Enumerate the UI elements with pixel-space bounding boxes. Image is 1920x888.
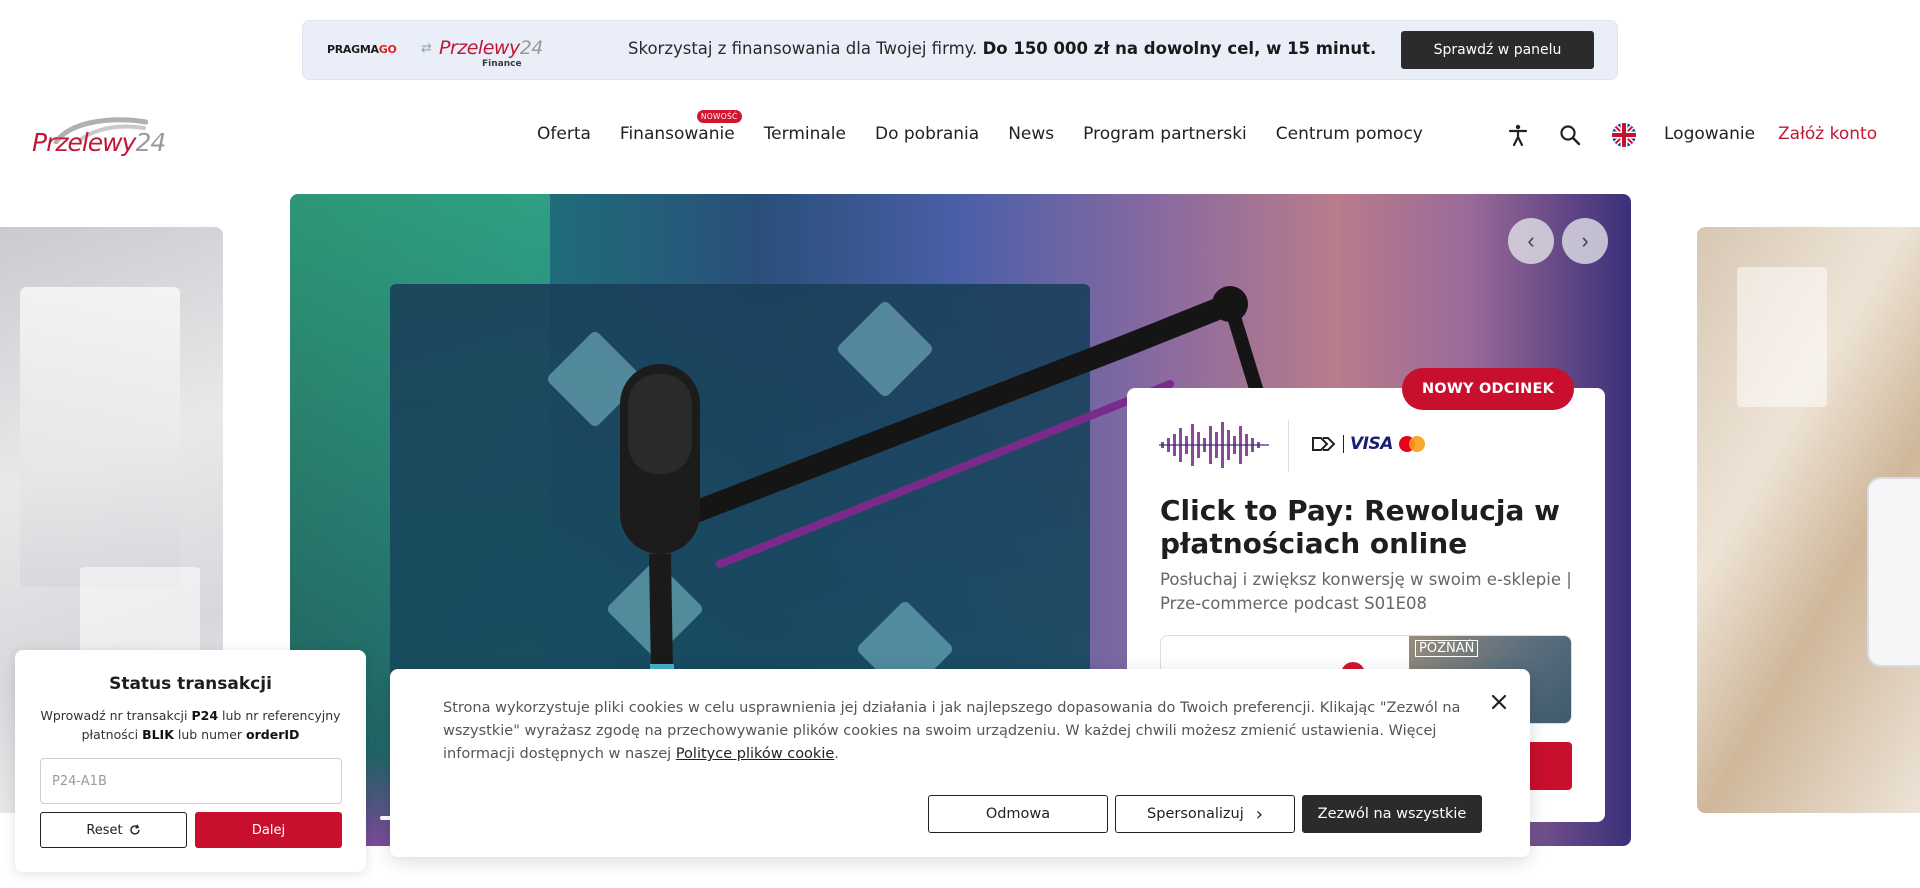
reset-label: Reset [86, 822, 123, 838]
cookie-text: Strona wykorzystuje pliki cookies w celu… [443, 697, 1478, 766]
deny-cookies-button[interactable]: Odmowa [928, 795, 1108, 833]
promo-banner: PRAGMAGO ⇄ Przelewy24 Finance Skorzystaj… [302, 20, 1618, 80]
slide-image-part [20, 287, 180, 587]
p24-mini-logo: Przelewy24 [439, 37, 543, 59]
swap-icon: ⇄ [421, 41, 432, 56]
desc-bold: orderID [246, 727, 300, 742]
visa-logo: VISA [1350, 434, 1393, 454]
close-icon[interactable] [1488, 691, 1510, 713]
card-divider [1288, 420, 1289, 472]
desc-part: Wprowadź nr transakcji [40, 708, 192, 723]
new-episode-badge: NOWY ODCINEK [1402, 368, 1574, 410]
thumbnail-label: POZNAŃ [1415, 640, 1479, 657]
next-slide-preview[interactable] [1697, 227, 1920, 813]
przelewy24-logo[interactable]: Przelewy24 [32, 116, 166, 160]
pragmago-logo-accent: GO [378, 43, 397, 56]
nav-centrum-pomocy[interactable]: Centrum pomocy [1276, 124, 1423, 144]
desc-part: lub numer [173, 727, 247, 742]
finance-label: Finance [482, 59, 522, 69]
register-link[interactable]: Załóż konto [1778, 124, 1877, 144]
desc-bold: BLIK [142, 727, 174, 742]
new-badge: NOWOŚĆ [696, 110, 742, 123]
chevron-left-icon: ‹ [1527, 228, 1535, 253]
partner-logos: PRAGMAGO ⇄ Przelewy24 Finance [327, 33, 543, 69]
nav-do-pobrania[interactable]: Do pobrania [875, 124, 979, 144]
pragmago-logo-text: PRAGMAGO [327, 43, 397, 56]
chevron-right-icon: › [1581, 228, 1589, 253]
next-button[interactable]: Dalej [195, 812, 342, 848]
p24-mini-logo-num: 24 [519, 37, 544, 59]
uk-flag-icon[interactable] [1612, 123, 1636, 147]
search-icon[interactable] [1558, 123, 1582, 147]
cookie-text-body: Strona wykorzystuje pliki cookies w celu… [443, 700, 1461, 762]
nav-finansowanie-label: Finansowanie [619, 124, 735, 144]
slider-next-button[interactable]: › [1562, 218, 1608, 264]
logo-num: 24 [135, 128, 166, 157]
nav-news[interactable]: News [1008, 124, 1054, 144]
payment-logos: VISA [1311, 434, 1425, 454]
personalize-label: Spersonalizuj [1147, 806, 1244, 822]
slider-prev-button[interactable]: ‹ [1508, 218, 1554, 264]
cookie-banner: Strona wykorzystuje pliki cookies w celu… [390, 669, 1530, 857]
nav-terminale[interactable]: Terminale [764, 124, 846, 144]
click-to-pay-icon [1312, 437, 1336, 451]
logo-separator [1343, 435, 1344, 453]
transaction-status-title: Status transakcji [109, 674, 272, 694]
podcast-title: Click to Pay: Rewolucja w płatnościach o… [1160, 494, 1560, 560]
podcast-subtitle: Posłuchaj i zwiększ konwersję w swoim e-… [1160, 570, 1572, 613]
check-panel-button[interactable]: Sprawdź w panelu [1401, 31, 1594, 69]
main-nav: Oferta Finansowanie NOWOŚĆ Terminale Do p… [537, 110, 1452, 144]
transaction-id-input[interactable] [40, 758, 342, 804]
promo-text-bold: Do 150 000 zł na dowolny cel, w 15 minut… [982, 39, 1377, 58]
transaction-status-widget: Status transakcji Wprowadź nr transakcji… [15, 650, 366, 872]
nav-program-partnerski[interactable]: Program partnerski [1083, 124, 1247, 144]
mastercard-icon [1398, 436, 1425, 452]
nav-oferta[interactable]: Oferta [537, 124, 591, 144]
promo-text: Skorzystaj z finansowania dla Twojej fir… [628, 39, 1376, 58]
personalize-cookies-button[interactable]: Spersonalizuj › [1115, 795, 1295, 833]
refresh-icon [130, 824, 140, 835]
page: PRAGMAGO ⇄ Przelewy24 Finance Skorzystaj… [0, 0, 1920, 888]
nav-finansowanie[interactable]: Finansowanie NOWOŚĆ [619, 110, 742, 144]
login-link[interactable]: Logowanie [1664, 124, 1755, 144]
slide-image-part [1737, 267, 1827, 407]
accessibility-icon[interactable] [1506, 123, 1530, 147]
promo-text-plain: Skorzystaj z finansowania dla Twojej fir… [628, 39, 983, 58]
reset-button[interactable]: Reset [40, 812, 187, 848]
cookie-text-tail: . [834, 746, 839, 762]
cookie-policy-link[interactable]: Polityce plików cookie [676, 746, 834, 762]
phone-image [1867, 477, 1920, 667]
logo-text: Przelewy24 [32, 128, 166, 157]
desc-bold: P24 [191, 708, 219, 723]
transaction-status-desc: Wprowadź nr transakcji P24 lub nr refere… [40, 706, 341, 744]
logo-main: Przelewy [32, 128, 136, 157]
audio-wave-icon [1159, 422, 1269, 468]
allow-all-cookies-button[interactable]: Zezwól na wszystkie [1302, 795, 1482, 833]
pragmago-logo: PRAGMAGO [327, 43, 397, 56]
chevron-right-icon: › [1255, 803, 1263, 825]
